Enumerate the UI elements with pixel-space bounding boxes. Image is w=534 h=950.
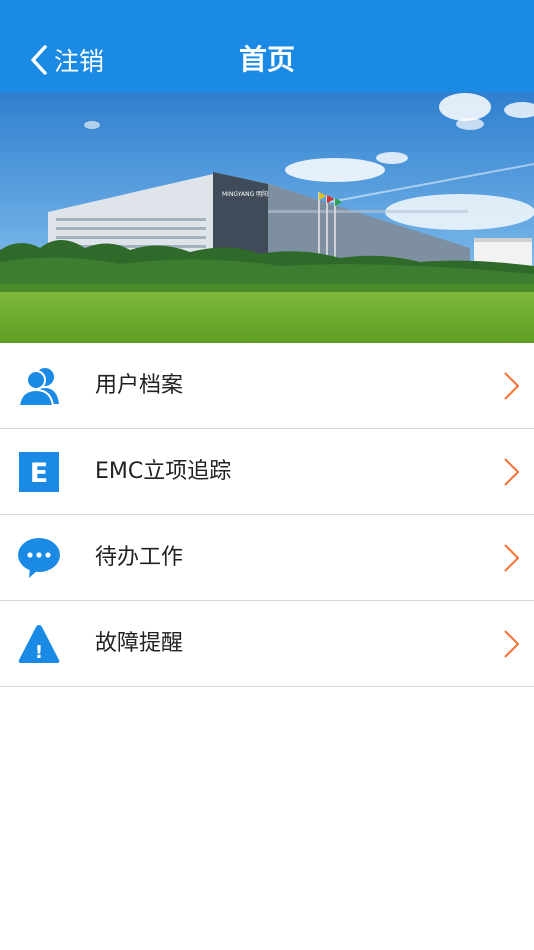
menu-list: 用户档案 E EMC立项追踪 待办工作 ! 故障提醒 <box>0 343 534 687</box>
letter-e-icon: E <box>19 452 59 492</box>
svg-text:!: ! <box>35 642 43 663</box>
warning-icon: ! <box>18 625 60 663</box>
menu-item-label: 待办工作 <box>95 545 184 570</box>
nav-bar: 注销 首页 <box>0 0 534 92</box>
menu-item-todo-work[interactable]: 待办工作 <box>0 515 534 601</box>
chat-bubble-icon <box>18 538 60 578</box>
building-sign: MINGYANG 明阳 <box>222 190 268 198</box>
chevron-right-icon <box>504 544 520 572</box>
chevron-right-icon <box>504 372 520 400</box>
menu-item-emc-tracking[interactable]: E EMC立项追踪 <box>0 429 534 515</box>
menu-item-label: 故障提醒 <box>95 631 184 656</box>
menu-item-label: EMC立项追踪 <box>95 459 232 484</box>
menu-item-label: 用户档案 <box>95 373 184 398</box>
user-profile-icon <box>17 368 59 407</box>
menu-item-user-profile[interactable]: 用户档案 <box>0 343 534 429</box>
menu-item-fault-alert[interactable]: ! 故障提醒 <box>0 601 534 687</box>
banner-image: MINGYANG 明阳 <box>0 92 534 343</box>
chevron-right-icon <box>504 458 520 486</box>
page-title: 首页 <box>238 43 295 76</box>
svg-text:E: E <box>30 458 48 489</box>
chevron-right-icon <box>504 630 520 658</box>
